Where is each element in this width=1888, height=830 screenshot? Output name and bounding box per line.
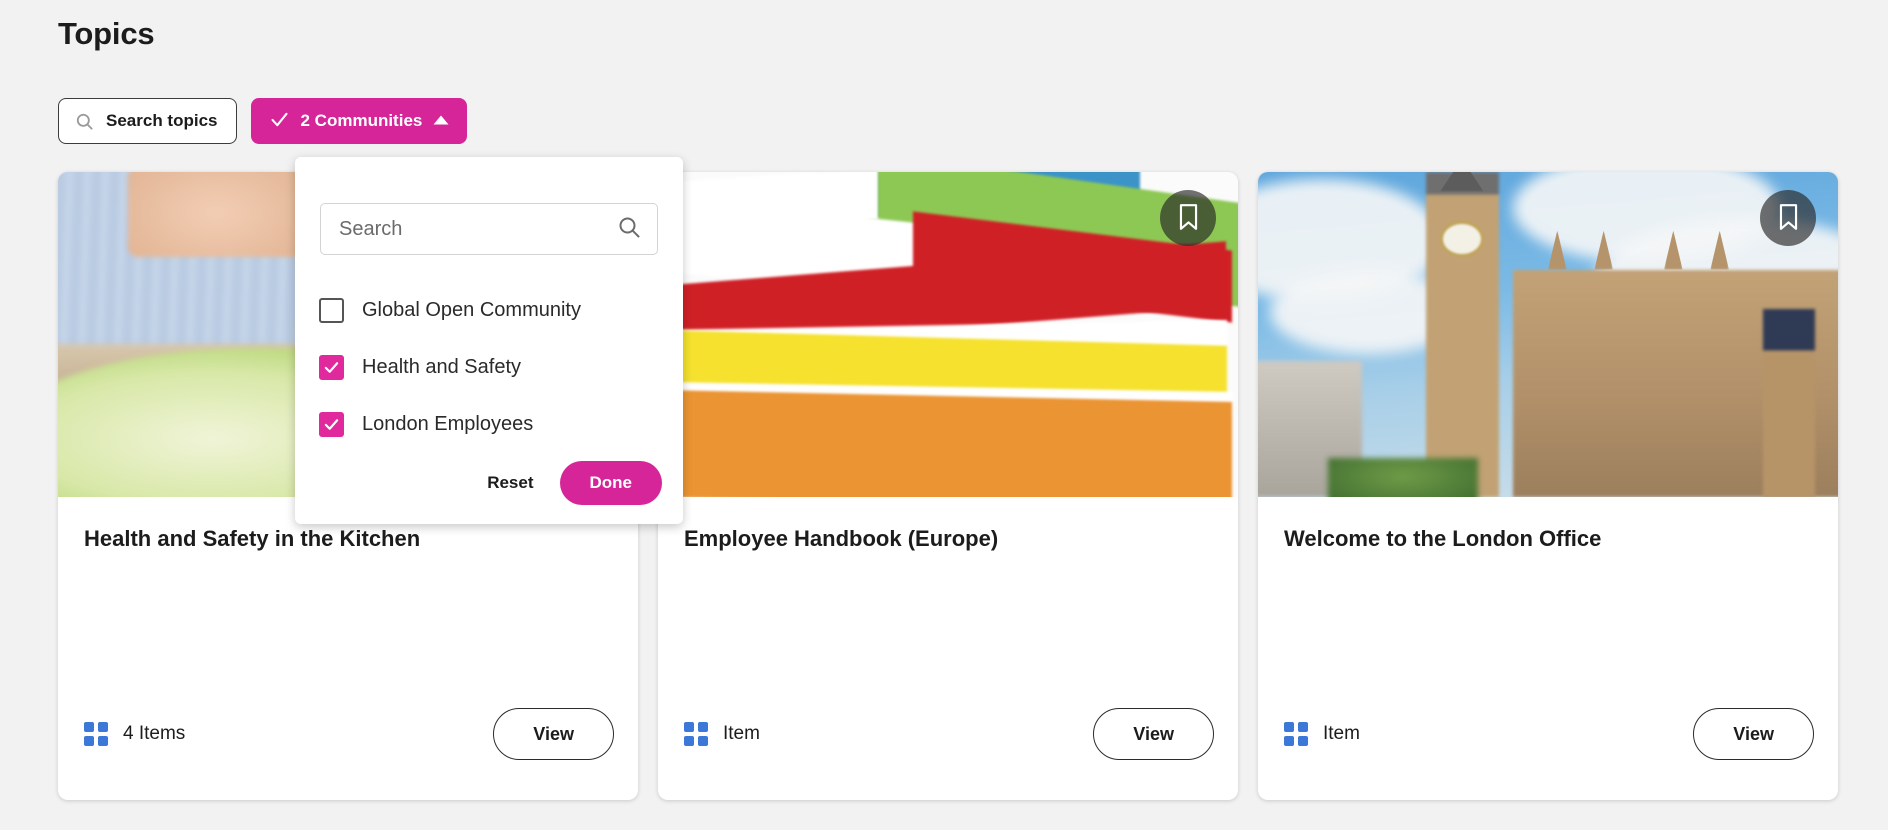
dropdown-search-placeholder: Search (339, 218, 617, 241)
search-topics-label: Search topics (106, 111, 218, 131)
view-button[interactable]: View (493, 708, 614, 760)
checkbox-checked-icon[interactable] (319, 355, 344, 380)
topic-card-image-london (1258, 172, 1838, 497)
view-button[interactable]: View (1693, 708, 1814, 760)
topic-card-title: Welcome to the London Office (1258, 497, 1838, 553)
communities-filter-label: 2 Communities (301, 111, 423, 131)
search-icon (617, 215, 641, 244)
london-illustration (1258, 172, 1838, 497)
topic-card-items-label: 4 Items (123, 723, 185, 745)
filters-toolbar: Search topics 2 Communities (58, 98, 467, 144)
grid-icon (684, 722, 708, 746)
community-options-list: Global Open Community Health and Safety … (319, 282, 669, 453)
community-option-london-employees[interactable]: London Employees (319, 396, 669, 453)
topic-card-items: Item (1284, 722, 1360, 746)
topic-card-footer: 4 Items View (58, 708, 638, 800)
topic-card-items-label: Item (1323, 723, 1360, 745)
chevron-up-icon (433, 114, 449, 129)
bookmark-icon (1777, 203, 1800, 234)
community-option-health-and-safety[interactable]: Health and Safety (319, 339, 669, 396)
communities-dropdown-panel: Search Global Open Community Health and … (295, 157, 683, 524)
done-button[interactable]: Done (560, 461, 663, 505)
topic-card-items-label: Item (723, 723, 760, 745)
communities-filter-button[interactable]: 2 Communities (251, 98, 468, 144)
topic-card[interactable]: Welcome to the London Office Item View (1258, 172, 1838, 800)
view-button[interactable]: View (1093, 708, 1214, 760)
topic-card-items: 4 Items (84, 722, 185, 746)
bookmark-button[interactable] (1160, 190, 1216, 246)
community-option-global-open-community[interactable]: Global Open Community (319, 282, 669, 339)
topic-card-footer: Item View (658, 708, 1238, 800)
search-icon (75, 112, 94, 131)
books-illustration (658, 172, 1238, 497)
topics-page: Topics Search topics 2 Communities Searc… (0, 0, 1888, 830)
bookmark-button[interactable] (1760, 190, 1816, 246)
topic-card-footer: Item View (1258, 708, 1838, 800)
search-topics-input[interactable]: Search topics (58, 98, 237, 144)
checkbox-checked-icon[interactable] (319, 412, 344, 437)
grid-icon (84, 722, 108, 746)
topic-card[interactable]: Employee Handbook (Europe) Item View (658, 172, 1238, 800)
dropdown-search-field[interactable]: Search (320, 203, 658, 255)
topic-card-title: Employee Handbook (Europe) (658, 497, 1238, 553)
page-title: Topics (58, 16, 154, 52)
bookmark-icon (1177, 203, 1200, 234)
community-option-label: London Employees (362, 413, 533, 436)
topic-card-image-books (658, 172, 1238, 497)
checkbox-unchecked-icon[interactable] (319, 298, 344, 323)
reset-button[interactable]: Reset (483, 467, 537, 499)
check-icon (269, 109, 290, 133)
grid-icon (1284, 722, 1308, 746)
community-option-label: Health and Safety (362, 356, 521, 379)
topic-card-items: Item (684, 722, 760, 746)
community-option-label: Global Open Community (362, 299, 581, 322)
dropdown-actions: Reset Done (483, 461, 662, 505)
